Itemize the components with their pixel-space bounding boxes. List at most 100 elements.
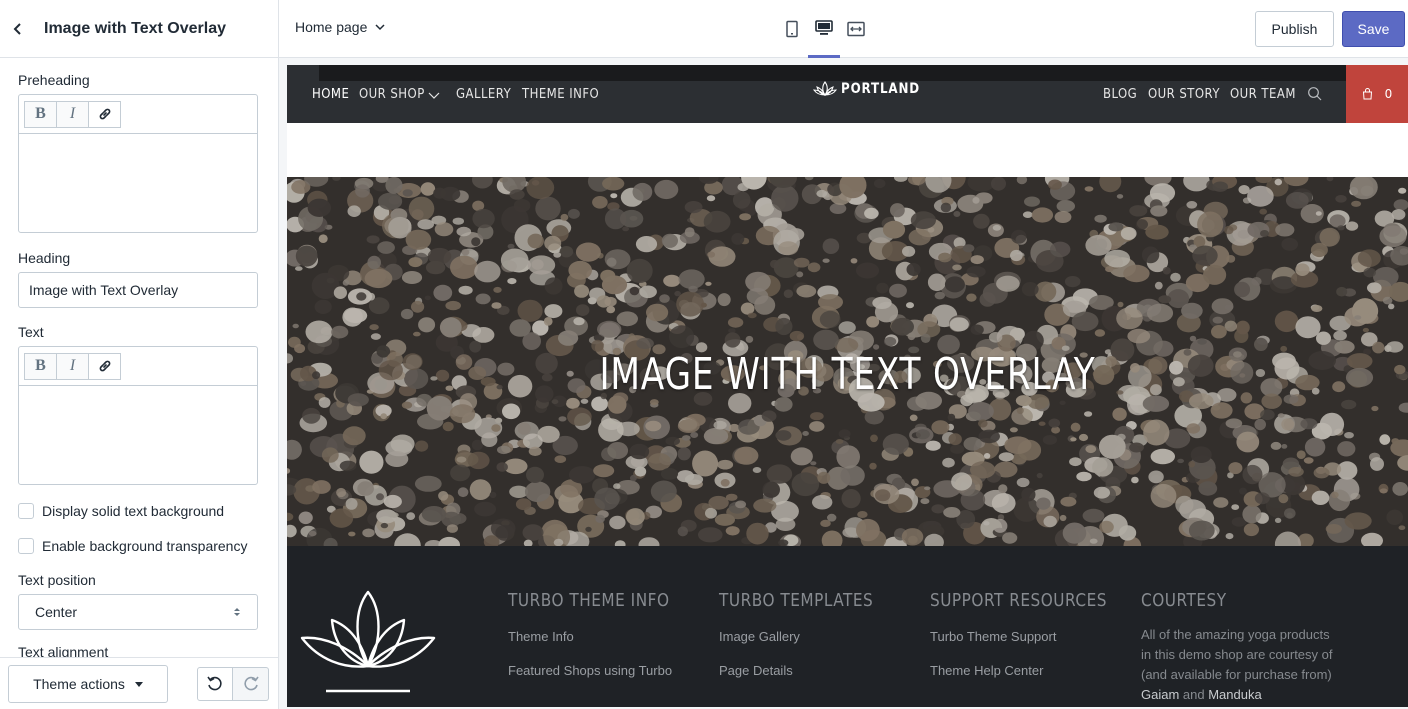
chevron-down-icon — [375, 23, 385, 30]
undo-redo-group — [197, 666, 269, 701]
chevron-left-icon — [13, 22, 21, 35]
courtesy-text: All of the amazing yoga products in this… — [1141, 625, 1341, 705]
link-button[interactable] — [88, 352, 121, 380]
text-textarea[interactable] — [19, 386, 257, 484]
nav-theme-info[interactable]: THEME INFO — [522, 87, 599, 102]
footer-link[interactable]: Page Details — [719, 663, 901, 678]
enable-transparency-option[interactable]: Enable background transparency — [18, 528, 258, 563]
select-arrows-icon — [234, 608, 240, 616]
store-footer: TURBO THEME INFO Theme Info Featured Sho… — [287, 546, 1408, 707]
nav-our-team[interactable]: OUR TEAM — [1230, 87, 1296, 102]
device-switcher — [776, 0, 872, 58]
footer-column-theme-info: TURBO THEME INFO Theme Info Featured Sho… — [508, 590, 698, 678]
gaiam-link[interactable]: Gaiam — [1141, 687, 1179, 702]
sidebar-header: Image with Text Overlay — [0, 0, 278, 58]
page-selector-label: Home page — [295, 19, 368, 35]
store-nav: HOME OUR SHOP GALLERY THEME INFO PORTLAN… — [287, 65, 1408, 123]
rte-toolbar: B I — [19, 95, 257, 134]
display-solid-bg-label: Display solid text background — [42, 502, 225, 519]
rte-toolbar: B I — [19, 347, 257, 386]
redo-icon — [243, 676, 259, 690]
text-editor: B I — [18, 346, 258, 485]
caret-down-icon — [134, 682, 143, 687]
hero-image-section[interactable]: IMAGE WITH TEXT OVERLAY — [287, 177, 1408, 546]
mobile-icon — [786, 20, 798, 38]
back-button[interactable] — [0, 0, 36, 58]
text-position-label: Text position — [18, 572, 96, 588]
spacer-band — [287, 123, 1408, 177]
footer-column-templates: TURBO TEMPLATES Image Gallery Page Detai… — [719, 590, 901, 678]
display-solid-bg-option[interactable]: Display solid text background — [18, 493, 258, 528]
text-alignment-label: Text alignment — [18, 644, 109, 657]
shopping-bag-icon — [1362, 88, 1372, 100]
theme-actions-label: Theme actions — [33, 675, 125, 692]
nav-home[interactable]: HOME — [312, 87, 349, 102]
preview-area: HOME OUR SHOP GALLERY THEME INFO PORTLAN… — [279, 58, 1408, 709]
bold-button[interactable]: B — [24, 100, 57, 128]
link-icon — [99, 360, 110, 372]
settings-sidebar: Image with Text Overlay Preheading B I H… — [0, 0, 279, 709]
editor-topbar: Home page Publish Save — [279, 0, 1408, 58]
store-logo-text: PORTLAND — [841, 81, 921, 97]
redo-button[interactable] — [233, 666, 269, 701]
footer-heading: SUPPORT RESOURCES — [930, 590, 1107, 611]
footer-heading: COURTESY — [1141, 590, 1227, 611]
sidebar-settings[interactable]: Preheading B I Heading Image with Text O… — [0, 58, 278, 657]
text-label: Text — [18, 324, 44, 340]
footer-column-support: SUPPORT RESOURCES Turbo Theme Support Th… — [930, 590, 1138, 678]
section-title: Image with Text Overlay — [44, 19, 226, 37]
fullscreen-view-button[interactable] — [840, 0, 872, 58]
nav-blog[interactable]: BLOG — [1103, 87, 1137, 102]
italic-button[interactable]: I — [56, 352, 89, 380]
preheading-editor: B I — [18, 94, 258, 233]
link-icon — [99, 108, 110, 120]
footer-column-courtesy: COURTESY All of the amazing yoga product… — [1141, 590, 1341, 705]
cart-count: 0 — [1384, 87, 1393, 101]
footer-link[interactable]: Theme Help Center — [930, 663, 1138, 678]
display-solid-bg-checkbox[interactable] — [18, 502, 34, 519]
mobile-view-button[interactable] — [776, 0, 808, 58]
manduka-link[interactable]: Manduka — [1208, 687, 1261, 702]
fullscreen-icon — [847, 21, 865, 37]
lotus-logo-icon — [300, 590, 436, 693]
heading-input[interactable]: Image with Text Overlay — [18, 272, 258, 308]
courtesy-and: and — [1179, 687, 1209, 702]
footer-link[interactable]: Image Gallery — [719, 629, 901, 644]
italic-button[interactable]: I — [56, 100, 89, 128]
publish-button[interactable]: Publish — [1255, 11, 1334, 47]
search-icon[interactable] — [1307, 86, 1323, 102]
enable-transparency-label: Enable background transparency — [42, 537, 248, 554]
lotus-icon — [813, 81, 837, 96]
footer-link[interactable]: Featured Shops using Turbo — [508, 663, 698, 678]
undo-button[interactable] — [197, 666, 233, 701]
desktop-icon — [815, 19, 833, 35]
theme-actions-button[interactable]: Theme actions — [8, 664, 168, 703]
enable-transparency-checkbox[interactable] — [18, 537, 34, 554]
hero-heading: IMAGE WITH TEXT OVERLAY — [599, 349, 1096, 400]
footer-heading: TURBO THEME INFO — [508, 590, 670, 611]
heading-label: Heading — [18, 250, 71, 266]
preheading-label: Preheading — [18, 72, 90, 88]
cart-button[interactable]: 0 — [1346, 65, 1408, 123]
text-position-value: Center — [35, 604, 78, 620]
bold-button[interactable]: B — [24, 352, 57, 380]
nav-ghost-strip — [319, 65, 1407, 81]
preheading-textarea[interactable] — [19, 134, 257, 232]
footer-heading: TURBO TEMPLATES — [719, 590, 874, 611]
nav-gallery[interactable]: GALLERY — [456, 87, 511, 102]
text-position-select[interactable]: Center — [18, 594, 258, 630]
nav-our-story[interactable]: OUR STORY — [1148, 87, 1220, 102]
desktop-view-button[interactable] — [808, 0, 840, 58]
save-button[interactable]: Save — [1342, 11, 1405, 47]
store-logo[interactable]: PORTLAND — [813, 81, 934, 97]
chevron-down-icon — [428, 92, 440, 99]
undo-icon — [207, 676, 222, 690]
courtesy-text-start: All of the amazing yoga products in this… — [1141, 627, 1333, 682]
nav-our-shop[interactable]: OUR SHOP — [359, 87, 425, 102]
link-button[interactable] — [88, 100, 121, 128]
footer-link[interactable]: Turbo Theme Support — [930, 629, 1138, 644]
sidebar-footer: Theme actions — [0, 657, 278, 709]
store-preview-frame[interactable]: HOME OUR SHOP GALLERY THEME INFO PORTLAN… — [287, 65, 1408, 707]
footer-link[interactable]: Theme Info — [508, 629, 698, 644]
page-selector[interactable]: Home page — [295, 19, 385, 35]
